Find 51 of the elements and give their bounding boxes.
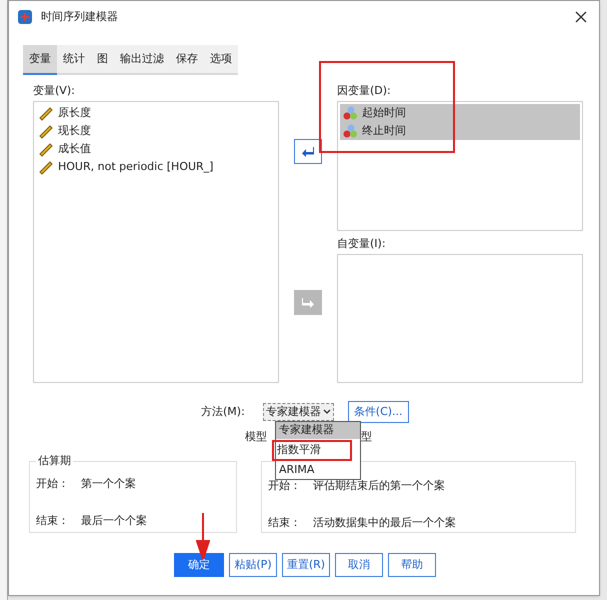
app-icon	[17, 9, 33, 25]
balls-icon	[342, 123, 358, 139]
window-title: 时间序列建模器	[41, 8, 119, 25]
dependent-list[interactable]: 起始时间 终止时间	[337, 101, 583, 231]
model-type-label: 型	[361, 429, 372, 445]
tab[interactable]: 选项	[204, 45, 238, 75]
tab[interactable]: 输出过滤	[114, 45, 170, 75]
list-item[interactable]: HOUR, not periodic [HOUR_]	[36, 158, 276, 176]
dialog-button[interactable]: 取消	[335, 553, 383, 577]
list-item[interactable]: 起始时间	[340, 104, 580, 122]
field-value: 活动数据集中的最后一个个案	[313, 514, 456, 530]
dialog-button[interactable]: 帮助	[388, 553, 436, 577]
field-label: 开始：	[268, 478, 301, 494]
list-item[interactable]: 原长度	[36, 104, 276, 122]
tab[interactable]: 图	[91, 45, 114, 75]
annotation-arrow	[196, 513, 210, 559]
field-value: 评估期结束后的第一个个案	[313, 478, 445, 494]
method-dropdown[interactable]: 专家建模器	[262, 403, 334, 421]
left-arrow-icon	[301, 146, 315, 158]
dropdown-option[interactable]: 专家建模器	[276, 422, 360, 439]
field-label: 结束：	[268, 514, 301, 530]
caret-icon	[322, 409, 331, 415]
list-label: 自变量(I):	[337, 236, 387, 252]
tab[interactable]: 保存	[170, 45, 204, 75]
tab[interactable]: 统计	[57, 45, 91, 75]
tab[interactable]: 变量	[23, 45, 57, 75]
close-icon[interactable]	[575, 11, 587, 23]
model-type-label: 模型	[245, 429, 267, 445]
variable-list[interactable]: 原长度 现长度 成长值 HOUR, not periodic [HOUR_]	[33, 101, 279, 383]
field-value: 最后一个个案	[81, 512, 147, 528]
balls-icon	[342, 105, 358, 121]
list-item[interactable]: 现长度	[36, 122, 276, 140]
ruler-icon	[38, 159, 54, 175]
dropdown-option[interactable]: 指数平滑	[274, 442, 350, 459]
list-label: 因变量(D):	[337, 83, 392, 99]
field-value: 第一个个案	[81, 476, 136, 492]
ruler-icon	[38, 105, 54, 121]
move-button[interactable]	[294, 139, 322, 164]
dialog-button[interactable]: 粘贴(P)	[229, 553, 277, 577]
field-label: 开始：	[36, 476, 69, 492]
method-label: 方法(M):	[201, 404, 245, 420]
ruler-icon	[38, 123, 54, 139]
list-item[interactable]: 成长值	[36, 140, 276, 158]
list-item[interactable]: 终止时间	[340, 122, 580, 140]
dialog-button[interactable]: 重置(R)	[282, 553, 330, 577]
ruler-icon	[38, 141, 54, 157]
field-label: 结束：	[36, 512, 69, 528]
dialog-button[interactable]: 确定	[174, 553, 224, 577]
list-label: 变量(V):	[33, 83, 76, 99]
dropdown-option[interactable]: ARIMA	[276, 462, 360, 479]
right-arrow-icon	[301, 296, 315, 308]
